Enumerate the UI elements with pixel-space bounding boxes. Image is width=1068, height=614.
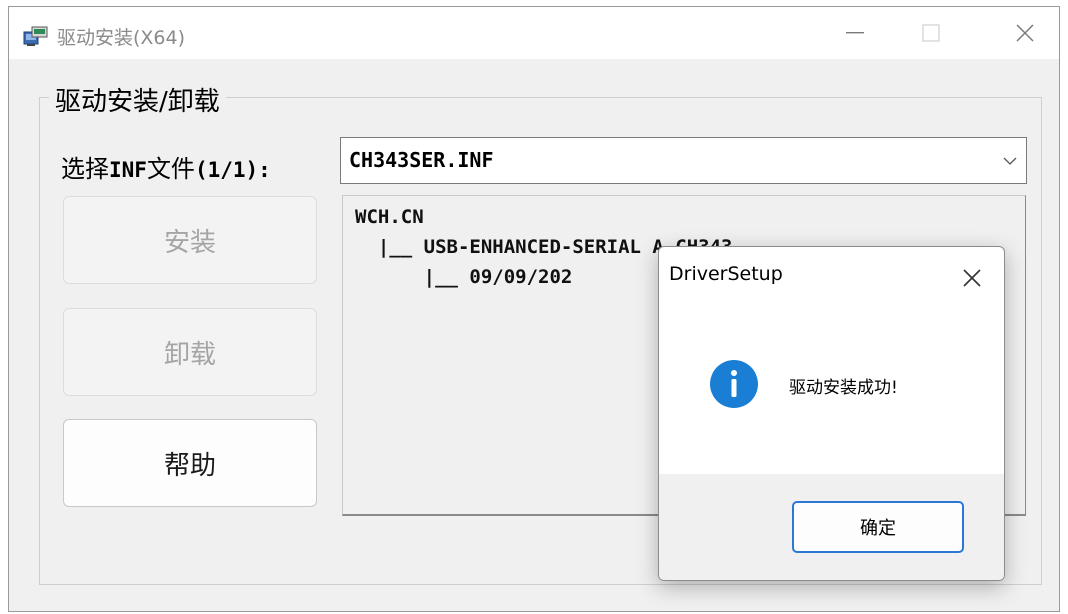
dialog-title: DriverSetup xyxy=(669,263,783,285)
install-button[interactable]: 安装 xyxy=(63,196,317,284)
maximize-button[interactable] xyxy=(901,7,961,59)
info-icon xyxy=(710,360,758,408)
maximize-icon xyxy=(922,24,940,42)
ok-button[interactable]: 确定 xyxy=(792,501,964,553)
inf-file-value: CH343SER.INF xyxy=(349,148,494,172)
title-bar: 驱动安装(X64) xyxy=(9,7,1059,59)
inf-select-label: 选择INF文件(1/1): xyxy=(61,149,271,184)
driver-setup-window: 驱动安装(X64) 驱动安装/卸载 选择INF文件(1/1): CH343SER… xyxy=(8,6,1060,612)
dialog-message: 驱动安装成功! xyxy=(789,378,898,398)
driversetup-dialog: DriverSetup 驱动安装成功! 确定 xyxy=(658,246,1005,581)
inf-file-dropdown[interactable]: CH343SER.INF xyxy=(340,137,1027,184)
minimize-button[interactable] xyxy=(825,7,885,59)
uninstall-button[interactable]: 卸载 xyxy=(63,308,317,396)
inf-label-count: (1/1): xyxy=(194,158,271,182)
app-icon xyxy=(23,25,49,47)
close-icon xyxy=(1016,24,1034,42)
inf-label-prefix: 选择 xyxy=(61,155,109,183)
group-label: 驱动安装/卸载 xyxy=(49,81,226,118)
minimize-icon xyxy=(846,32,864,34)
tree-vendor: WCH.CN xyxy=(355,206,424,228)
tree-date: |__ 09/09/202 xyxy=(355,266,573,288)
inf-label-suffix: 文件 xyxy=(146,155,195,183)
close-icon xyxy=(963,269,981,287)
chevron-down-icon xyxy=(1003,157,1017,165)
close-button[interactable] xyxy=(995,7,1055,59)
inf-label-inf: INF xyxy=(109,158,147,182)
help-button[interactable]: 帮助 xyxy=(63,419,317,507)
window-title: 驱动安装(X64) xyxy=(57,27,186,49)
dialog-close-button[interactable] xyxy=(955,261,989,295)
